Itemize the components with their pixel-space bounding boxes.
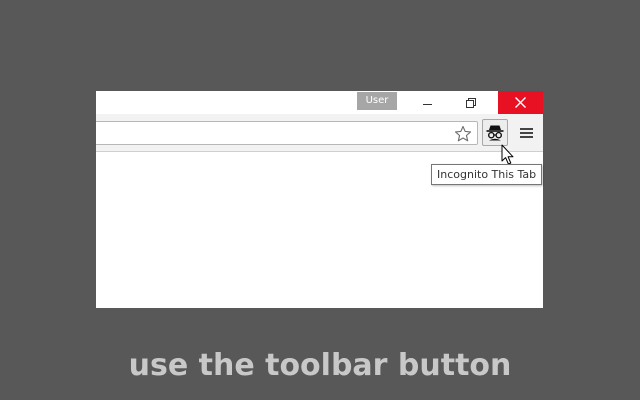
minimize-icon — [423, 104, 432, 105]
close-icon — [515, 97, 526, 108]
star-icon — [454, 125, 472, 142]
title-bar[interactable]: User — [96, 91, 543, 114]
restore-button[interactable] — [449, 91, 492, 114]
address-bar[interactable] — [96, 121, 478, 145]
restore-icon — [465, 97, 476, 108]
minimize-button[interactable] — [406, 91, 449, 114]
bookmark-star-button[interactable] — [452, 123, 474, 145]
caption-text: use the toolbar button — [128, 348, 512, 383]
browser-window: User Incognito This Tab — [96, 91, 543, 308]
hamburger-menu-icon — [519, 127, 533, 138]
incognito-tooltip: Incognito This Tab — [431, 164, 543, 185]
mouse-cursor-icon — [501, 144, 514, 165]
browser-toolbar — [96, 114, 543, 152]
profile-user-button[interactable]: User — [357, 92, 397, 110]
incognito-icon — [486, 125, 504, 141]
incognito-this-tab-button[interactable] — [482, 119, 508, 146]
close-button[interactable] — [498, 91, 543, 114]
chrome-menu-button[interactable] — [515, 120, 537, 145]
